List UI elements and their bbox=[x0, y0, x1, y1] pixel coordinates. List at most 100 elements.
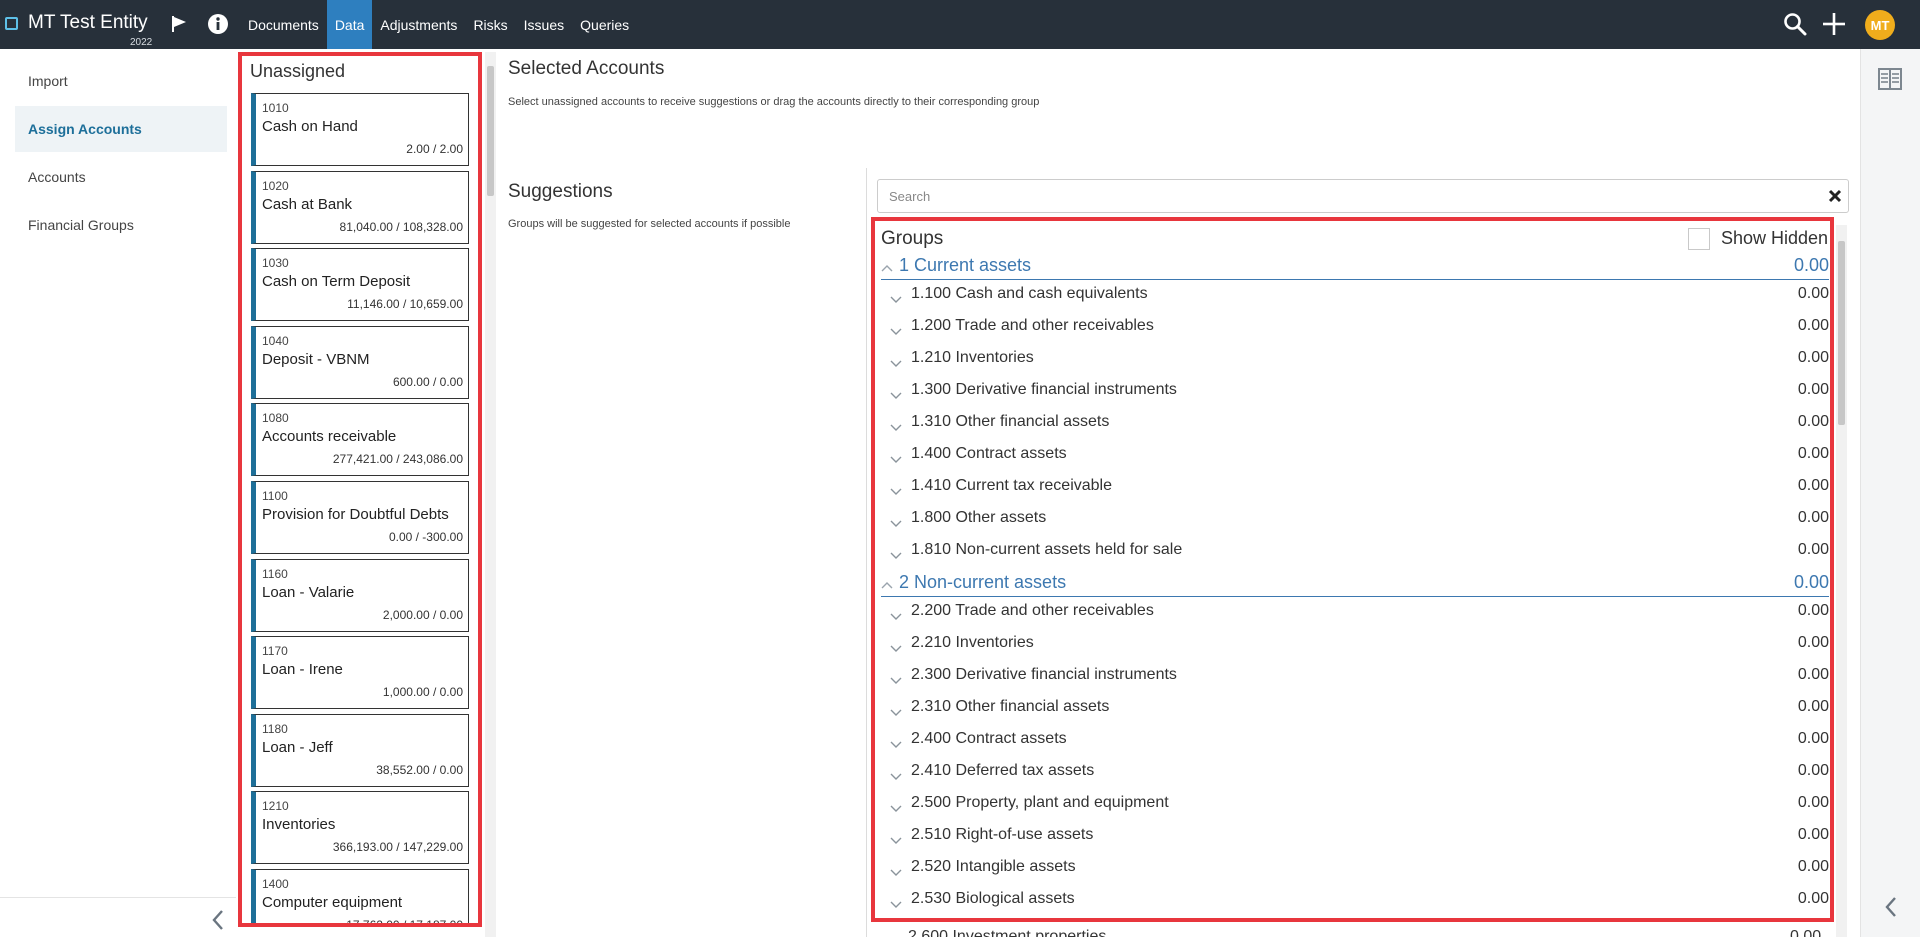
account-card[interactable]: 1180 Loan - Jeff 38,552.00 / 0.00 bbox=[251, 713, 469, 787]
show-hidden-checkbox[interactable] bbox=[1688, 228, 1710, 250]
leftnav-assign-accounts[interactable]: Assign Accounts bbox=[15, 106, 227, 152]
group-row[interactable]: 2.510 Right-of-use assets 0.00 bbox=[881, 822, 1829, 852]
account-card[interactable]: 1020 Cash at Bank 81,040.00 / 108,328.00 bbox=[251, 170, 469, 244]
account-card[interactable]: 1080 Accounts receivable 277,421.00 / 243,… bbox=[251, 403, 469, 477]
group-row[interactable]: 1.410 Current tax receivable 0.00 bbox=[881, 473, 1829, 503]
leftnav-accounts[interactable]: Accounts bbox=[15, 154, 227, 200]
group-row-label: 2.200 Trade and other receivables bbox=[911, 602, 1154, 619]
group-row[interactable]: 2.520 Intangible assets 0.00 bbox=[881, 854, 1829, 884]
collapse-right-icon[interactable] bbox=[1881, 895, 1901, 919]
chevron-down-icon[interactable] bbox=[890, 864, 902, 882]
unassigned-scrollbar-thumb[interactable] bbox=[487, 66, 494, 196]
account-amount: 0.00 / -300.00 bbox=[388, 530, 463, 544]
groups-scrollbar[interactable] bbox=[1836, 225, 1847, 937]
entity-name[interactable]: MT Test Entity bbox=[28, 12, 148, 34]
chevron-down-icon[interactable] bbox=[890, 832, 902, 850]
group-row-value: 0.00 bbox=[1797, 730, 1829, 747]
group-row[interactable]: 1.100 Cash and cash equivalents 0.00 bbox=[881, 281, 1829, 311]
group-row[interactable]: 1.310 Other financial assets 0.00 bbox=[881, 409, 1829, 439]
chevron-down-icon[interactable] bbox=[890, 451, 902, 469]
group-row[interactable]: 1.800 Other assets 0.00 bbox=[881, 505, 1829, 535]
selected-accounts-title: Selected Accounts bbox=[508, 58, 665, 79]
unassigned-scrollbar[interactable] bbox=[485, 52, 496, 937]
chevron-down-icon[interactable] bbox=[890, 768, 902, 786]
group-row-value: 0.00 bbox=[1797, 826, 1829, 843]
chevron-down-icon[interactable] bbox=[890, 323, 902, 341]
collapse-left-icon[interactable] bbox=[208, 908, 228, 932]
group-row[interactable]: 2.410 Deferred tax assets 0.00 bbox=[881, 758, 1829, 788]
account-name: Computer equipment bbox=[262, 894, 403, 911]
group-row[interactable]: 1.300 Derivative financial instruments 0.… bbox=[881, 377, 1829, 407]
account-amount: 277,421.00 / 243,086.00 bbox=[332, 452, 463, 467]
flag-icon[interactable] bbox=[167, 12, 191, 36]
group-row-label: 2.310 Other financial assets bbox=[911, 698, 1110, 715]
show-hidden-label[interactable]: Show Hidden bbox=[1721, 228, 1828, 249]
chevron-down-icon[interactable] bbox=[890, 640, 902, 658]
chevron-down-icon[interactable] bbox=[890, 672, 902, 690]
group-row-value: 0.00 bbox=[1797, 698, 1829, 715]
account-card[interactable]: 1160 Loan - Valarie 2,000.00 / 0.00 bbox=[251, 558, 469, 632]
plus-icon[interactable] bbox=[1822, 12, 1846, 36]
leftnav-financial-groups[interactable]: Financial Groups bbox=[15, 202, 227, 248]
chevron-down-icon[interactable] bbox=[890, 736, 902, 754]
entity-checkbox-icon[interactable] bbox=[5, 17, 18, 30]
group-row[interactable]: 2.530 Biological assets 0.00 bbox=[881, 886, 1829, 916]
account-card[interactable]: 1210 Inventories 366,193.00 / 147,229.00 bbox=[251, 791, 469, 865]
group-section-label: 1 Current assets bbox=[899, 255, 1032, 275]
group-row[interactable]: 1.810 Non-current assets held for sale 0.… bbox=[881, 537, 1829, 567]
nav-risks[interactable]: Risks bbox=[465, 0, 515, 49]
group-row-label: 1.310 Other financial assets bbox=[911, 413, 1110, 430]
group-row-value: 0.00 bbox=[1797, 762, 1829, 779]
group-search-input[interactable] bbox=[877, 179, 1849, 213]
account-card[interactable]: 1170 Loan - Irene 1,000.00 / 0.00 bbox=[251, 636, 469, 710]
account-card[interactable]: 1400 Computer equipment 17,762.00 / 17,187… bbox=[251, 869, 469, 927]
account-code: 1030 bbox=[262, 256, 289, 271]
group-row[interactable]: 2.200 Trade and other receivables 0.00 bbox=[881, 598, 1829, 628]
groups-scrollbar-thumb[interactable] bbox=[1838, 241, 1845, 425]
chevron-up-icon[interactable] bbox=[881, 259, 893, 277]
chevron-down-icon[interactable] bbox=[890, 387, 902, 405]
chevron-up-icon[interactable] bbox=[881, 576, 893, 594]
main-nav: Documents Data Adjustments Risks Issues … bbox=[240, 0, 637, 49]
chevron-down-icon[interactable] bbox=[890, 547, 902, 565]
group-row[interactable]: 2.400 Contract assets 0.00 bbox=[881, 726, 1829, 756]
group-row[interactable]: 1.210 Inventories 0.00 bbox=[881, 345, 1829, 375]
chevron-down-icon[interactable] bbox=[890, 896, 902, 914]
account-amount: 38,552.00 / 0.00 bbox=[376, 762, 463, 777]
chevron-down-icon[interactable] bbox=[890, 483, 902, 501]
account-amount: 17,762.00 / 17,187.00 bbox=[346, 918, 463, 927]
chevron-down-icon[interactable] bbox=[890, 419, 902, 437]
group-row[interactable]: 2.210 Inventories 0.00 bbox=[881, 630, 1829, 660]
group-row-value: 0.00 bbox=[1797, 413, 1829, 430]
group-section-value: 0.00 bbox=[1793, 255, 1829, 275]
group-row[interactable]: 2.300 Derivative financial instruments 0.… bbox=[881, 662, 1829, 692]
search-icon[interactable] bbox=[1783, 12, 1807, 36]
account-card[interactable]: 1010 Cash on Hand 2.00 / 2.00 bbox=[251, 93, 469, 166]
nav-queries[interactable]: Queries bbox=[572, 0, 637, 49]
nav-data[interactable]: Data bbox=[326, 0, 373, 49]
clear-search-icon[interactable] bbox=[1828, 189, 1842, 203]
group-row[interactable]: 2.310 Other financial assets 0.00 bbox=[881, 694, 1829, 724]
group-row[interactable]: 1.200 Trade and other receivables 0.00 bbox=[881, 313, 1829, 343]
group-section-header[interactable]: 2 Non-current assets 0.00 bbox=[881, 571, 1829, 597]
nav-adjustments[interactable]: Adjustments bbox=[372, 0, 465, 49]
account-card[interactable]: 1040 Deposit - VBNM 600.00 / 0.00 bbox=[251, 325, 469, 399]
chevron-down-icon[interactable] bbox=[890, 800, 902, 818]
account-code: 1180 bbox=[262, 721, 288, 736]
leftnav-import[interactable]: Import bbox=[15, 58, 227, 104]
nav-issues[interactable]: Issues bbox=[516, 0, 572, 49]
account-card[interactable]: 1100 Provision for Doubtful Debts 0.00 / -… bbox=[251, 481, 469, 554]
group-row[interactable]: 1.400 Contract assets 0.00 bbox=[881, 441, 1829, 471]
group-row[interactable]: 2.500 Property, plant and equipment 0.00 bbox=[881, 790, 1829, 820]
nav-documents[interactable]: Documents bbox=[240, 0, 327, 49]
avatar[interactable]: MT bbox=[1865, 10, 1895, 40]
columns-panel-icon[interactable] bbox=[1877, 66, 1905, 92]
chevron-down-icon[interactable] bbox=[890, 608, 902, 626]
chevron-down-icon[interactable] bbox=[890, 355, 902, 373]
info-icon[interactable] bbox=[206, 12, 230, 36]
chevron-down-icon[interactable] bbox=[890, 704, 902, 722]
chevron-down-icon[interactable] bbox=[890, 291, 902, 309]
group-section-header[interactable]: 1 Current assets 0.00 bbox=[881, 254, 1829, 280]
account-card[interactable]: 1030 Cash on Term Deposit 11,146.00 / 10,6… bbox=[251, 248, 469, 322]
chevron-down-icon[interactable] bbox=[890, 515, 902, 533]
